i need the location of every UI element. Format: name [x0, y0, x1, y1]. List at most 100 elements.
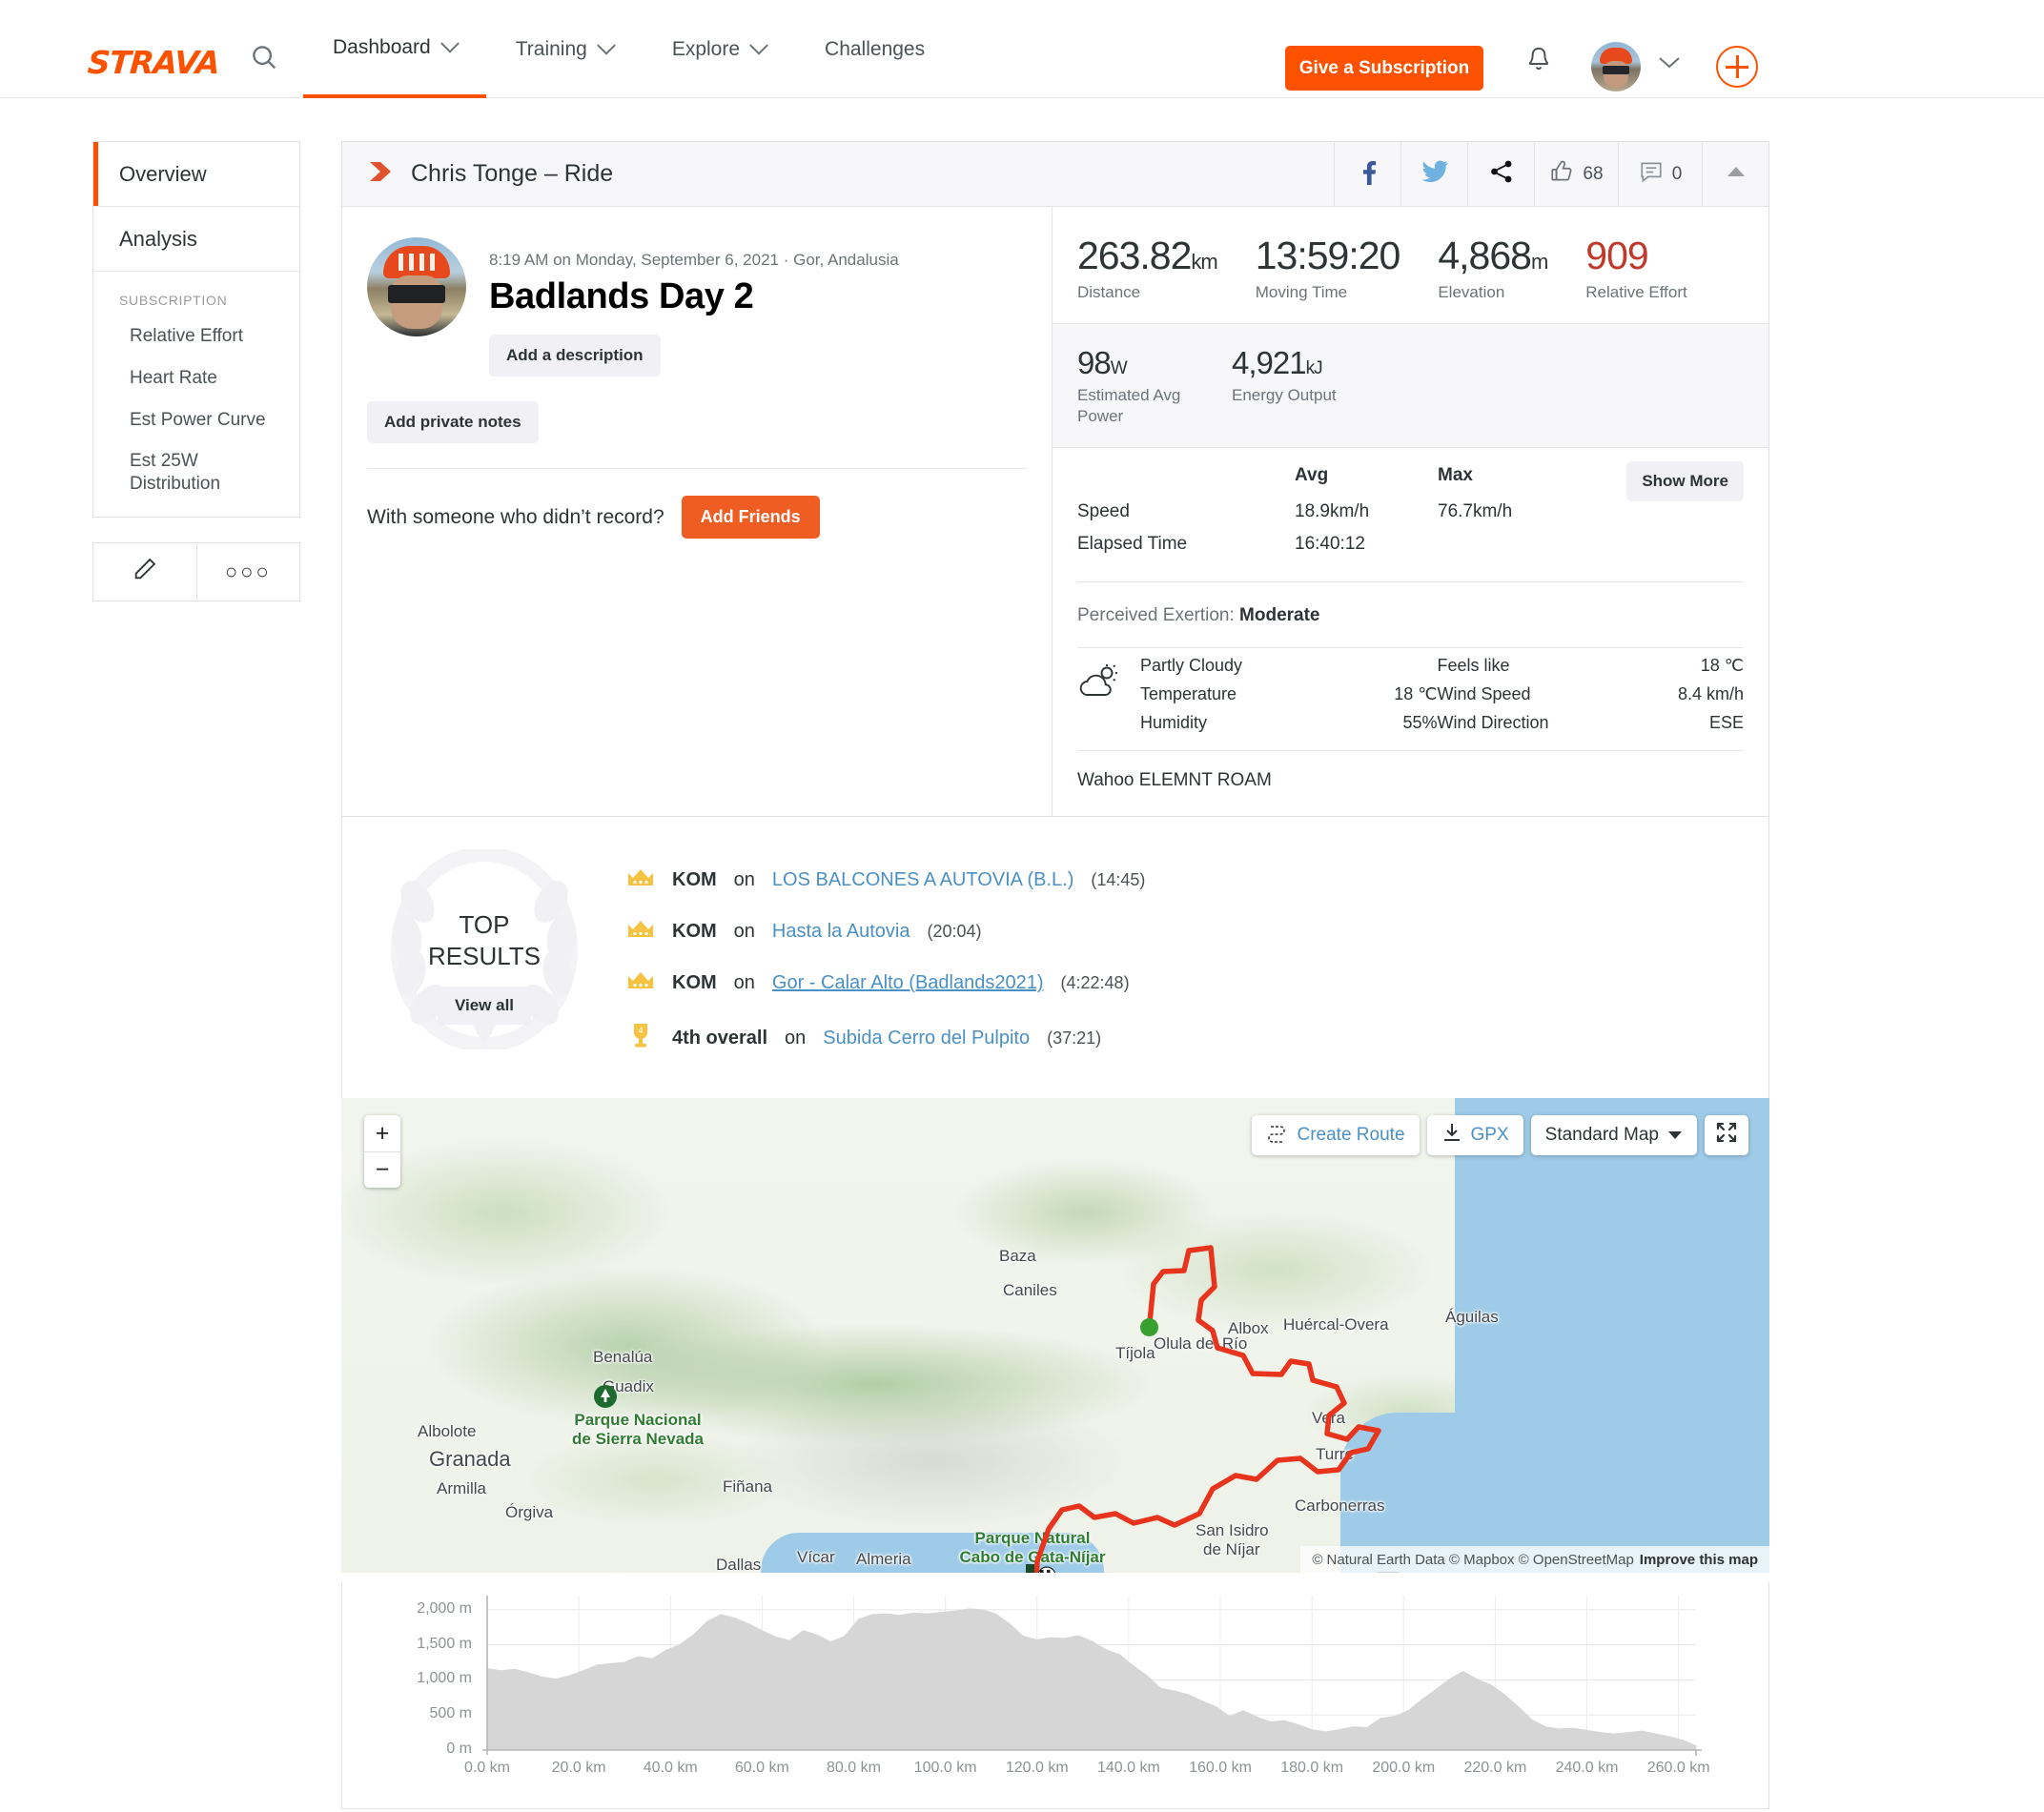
nav-item-challenges[interactable]: Challenges: [795, 0, 954, 98]
search-icon[interactable]: [250, 43, 278, 76]
x-tick-label: 200.0 km: [1372, 1760, 1436, 1776]
sidebar-item-label: Overview: [119, 161, 207, 186]
y-tick-label: 500 m: [429, 1705, 472, 1722]
create-route-button[interactable]: Create Route: [1251, 1115, 1420, 1155]
weather-panel: Partly Cloudy Feels like 18 ℃ Temperatur…: [1053, 648, 1768, 750]
table-row: Elapsed Time 16:40:12: [1077, 528, 1744, 560]
plus-circle-icon[interactable]: [1716, 46, 1758, 88]
activity-header-title: Chris Tonge – Ride: [411, 160, 614, 187]
col-header-blank: [1077, 465, 1295, 496]
result-time: (4:22:48): [1060, 973, 1130, 993]
elevation-chart[interactable]: 2,000 m 1,500 m 1,000 m 500 m 0 m 0.0 km 20.0…: [342, 1582, 1768, 1808]
improve-map-link[interactable]: Improve this map: [1640, 1552, 1758, 1568]
crown-icon: [626, 970, 655, 997]
result-segment-link[interactable]: Hasta la Autovia: [772, 921, 910, 943]
add-description-button[interactable]: Add a description: [489, 335, 661, 377]
facebook-icon: [1356, 158, 1380, 190]
stats-table: Show More Avg Max Speed 18.9km/h 76.7km/…: [1053, 448, 1768, 574]
download-icon: [1441, 1122, 1462, 1149]
result-on: on: [785, 1028, 807, 1049]
zoom-in-button[interactable]: +: [364, 1115, 400, 1151]
x-tick-label: 160.0 km: [1189, 1760, 1252, 1776]
route-icon: [1266, 1122, 1289, 1149]
stat-avg-power: 98W Estimated Avg Power: [1077, 345, 1232, 426]
activity-map[interactable]: Baza Caniles Benalúa Guadix Albolote Gra…: [341, 1098, 1769, 1573]
collapse-button[interactable]: [1702, 141, 1768, 207]
stat-elevation: 4,868m Elevation: [1438, 234, 1585, 302]
private-notes-row: Add private notes: [342, 377, 1052, 468]
x-tick-label: 120.0 km: [1005, 1760, 1069, 1776]
facebook-share-button[interactable]: [1334, 141, 1400, 207]
y-tick-label: 1,500 m: [417, 1635, 472, 1652]
result-time: (14:45): [1091, 870, 1146, 890]
result-segment-link[interactable]: Gor - Calar Alto (Badlands2021): [772, 972, 1044, 994]
sidebar-item-heart-rate[interactable]: Heart Rate: [93, 357, 299, 399]
attribution-text: © Natural Earth Data © Mapbox © OpenStre…: [1312, 1551, 1634, 1568]
result-item: KOM on Gor - Calar Alto (Badlands2021) (…: [626, 958, 1768, 1009]
comments-button[interactable]: 0: [1618, 141, 1702, 207]
stat-value: 909: [1585, 234, 1648, 277]
avatar[interactable]: [1591, 42, 1641, 92]
chevron-down-icon[interactable]: [1657, 54, 1682, 74]
trophy-icon: 4: [626, 1022, 655, 1056]
result-segment-link[interactable]: Subida Cerro del Pulpito: [823, 1028, 1030, 1049]
result-item: 4 4th overall on Subida Cerro del Pulpit…: [626, 1009, 1768, 1069]
strava-logo[interactable]: STRAVA: [87, 44, 221, 81]
avatar[interactable]: [367, 237, 466, 336]
map-style-selector[interactable]: Standard Map: [1530, 1115, 1697, 1155]
pencil-icon: [132, 556, 158, 587]
activity-card: Chris Tonge – Ride 68 0 8:19 AM on Monda…: [341, 141, 1769, 1111]
activity-main: Chris Tonge – Ride 68 0 8:19 AM on Monda…: [341, 141, 1769, 1111]
view-all-button[interactable]: View all: [437, 987, 532, 1026]
nav-label: Training: [515, 37, 587, 60]
chevron-down-icon: [749, 35, 768, 55]
weather-grid: Partly Cloudy Feels like 18 ℃ Temperatur…: [1140, 656, 1744, 733]
nav-item-training[interactable]: Training: [486, 0, 643, 98]
laurel-wreath: TOP RESULTS View all: [342, 848, 626, 1069]
more-options-button[interactable]: ○○○: [196, 541, 300, 601]
kudos-button[interactable]: 68: [1534, 141, 1618, 207]
cell-elapsed-max: [1438, 528, 1744, 560]
edit-activity-button[interactable]: [92, 541, 197, 601]
sidebar-item-overview[interactable]: Overview: [93, 142, 299, 207]
exertion-value: Moderate: [1239, 604, 1320, 625]
activity-title: Badlands Day 2: [489, 276, 754, 316]
zoom-out-button[interactable]: −: [364, 1151, 400, 1188]
x-tick-label: 140.0 km: [1096, 1760, 1160, 1776]
bell-icon[interactable]: [1525, 46, 1552, 79]
stat-label: Relative Effort: [1585, 283, 1687, 301]
share-button[interactable]: [1467, 141, 1534, 207]
nav-item-explore[interactable]: Explore: [643, 0, 795, 98]
sidebar-item-est-25w-distribution[interactable]: Est 25W Distribution: [93, 440, 236, 517]
sidebar-item-relative-effort[interactable]: Relative Effort: [93, 316, 299, 357]
chevron-down-icon: [439, 33, 460, 53]
result-rank: KOM: [672, 869, 717, 891]
give-subscription-button[interactable]: Give a Subscription: [1285, 46, 1483, 91]
sidebar-item-analysis[interactable]: Analysis: [93, 207, 299, 272]
add-private-notes-button[interactable]: Add private notes: [367, 401, 539, 443]
stat-label: Moving Time: [1255, 283, 1348, 301]
perceived-exertion: Perceived Exertion: Moderate: [1053, 582, 1768, 647]
sidebar-item-est-power-curve[interactable]: Est Power Curve: [93, 399, 299, 441]
stat-value: 13:59:20: [1255, 234, 1401, 277]
stat-label: Elevation: [1438, 283, 1505, 301]
add-friends-button[interactable]: Add Friends: [681, 496, 820, 539]
stat-unit: m: [1530, 250, 1548, 274]
fullscreen-icon: [1716, 1122, 1737, 1149]
stat-label: Energy Output: [1232, 386, 1337, 405]
gpx-download-button[interactable]: GPX: [1426, 1115, 1523, 1155]
map-resize-handle[interactable]: [1376, 1572, 1400, 1573]
show-more-button[interactable]: Show More: [1626, 460, 1744, 501]
weather-feels-like-value: 18 ℃: [1700, 655, 1744, 675]
cell-elapsed-avg: 16:40:12: [1295, 533, 1365, 554]
weather-wind-direction-value: ESE: [1708, 712, 1744, 732]
map-toolbar: Create Route GPX Standard Map: [1251, 1115, 1748, 1155]
y-tick-label: 0 m: [446, 1741, 472, 1757]
fullscreen-button[interactable]: [1705, 1115, 1748, 1155]
cell-elapsed-label: Elapsed Time: [1077, 533, 1188, 554]
x-tick-label: 20.0 km: [551, 1760, 606, 1776]
caret-up-icon: [1727, 165, 1746, 183]
result-segment-link[interactable]: LOS BALCONES A AUTOVIA (B.L.): [772, 869, 1073, 891]
nav-item-dashboard[interactable]: Dashboard: [303, 0, 486, 98]
twitter-share-button[interactable]: [1400, 141, 1467, 207]
